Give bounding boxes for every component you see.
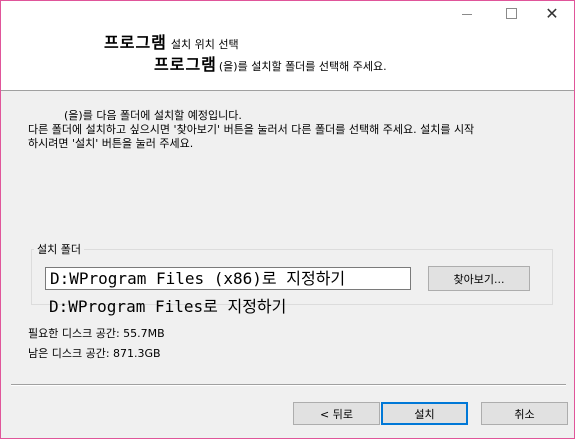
overlay-path-text: D:WProgram Files로 지정하기 — [49, 297, 287, 316]
close-icon: ✕ — [545, 3, 559, 23]
close-button[interactable]: ✕ — [530, 1, 574, 25]
minimize-button[interactable] — [445, 1, 489, 25]
footer-divider — [11, 384, 566, 386]
header-panel: ✕ 프로그램 설치 위치 선택 프로그램 (을)를 설치할 폴더를 선택해 주세… — [1, 1, 574, 91]
maximize-icon — [505, 7, 517, 19]
program-name: 프로그램 — [154, 55, 217, 74]
title-text: 설치 위치 선택 — [170, 38, 239, 51]
cancel-button[interactable]: 취소 — [481, 402, 568, 425]
intro-line-3: 하시려면 '설치' 버튼을 눌러 주세요. — [28, 137, 194, 150]
intro-text: (을)를 다음 폴더에 설치할 예정입니다. 다른 폴더에 설치하고 싶으시면 … — [28, 109, 474, 151]
remaining-space: 남은 디스크 공간: 871.3GB — [28, 347, 161, 360]
maximize-button[interactable] — [489, 1, 533, 25]
browse-button[interactable]: 찾아보기... — [428, 266, 530, 291]
subtitle-text: (을)를 설치할 폴더를 선택해 주세요. — [218, 60, 387, 73]
minimize-icon — [462, 13, 472, 15]
install-button[interactable]: 설치 — [381, 402, 468, 425]
back-button[interactable]: < 뒤로 — [293, 402, 380, 425]
required-space: 필요한 디스크 공간: 55.7MB — [28, 327, 165, 340]
install-folder-input[interactable]: D:WProgram Files (x86)로 지정하기 — [45, 267, 411, 290]
program-name: 프로그램 — [104, 33, 167, 52]
page-title: 프로그램 설치 위치 선택 — [104, 29, 239, 53]
page-subtitle: 프로그램 (을)를 설치할 폴더를 선택해 주세요. — [154, 51, 387, 75]
disk-space-info: 필요한 디스크 공간: 55.7MB 남은 디스크 공간: 871.3GB — [28, 324, 165, 364]
intro-line-2: 다른 폴더에 설치하고 싶으시면 '찾아보기' 버튼을 눌러서 다른 폴더를 선… — [28, 123, 475, 136]
install-folder-label: 설치 폴더 — [34, 241, 84, 257]
installer-window: ✕ 프로그램 설치 위치 선택 프로그램 (을)를 설치할 폴더를 선택해 주세… — [0, 0, 575, 439]
intro-line-1: (을)를 다음 폴더에 설치할 예정입니다. — [64, 109, 242, 122]
